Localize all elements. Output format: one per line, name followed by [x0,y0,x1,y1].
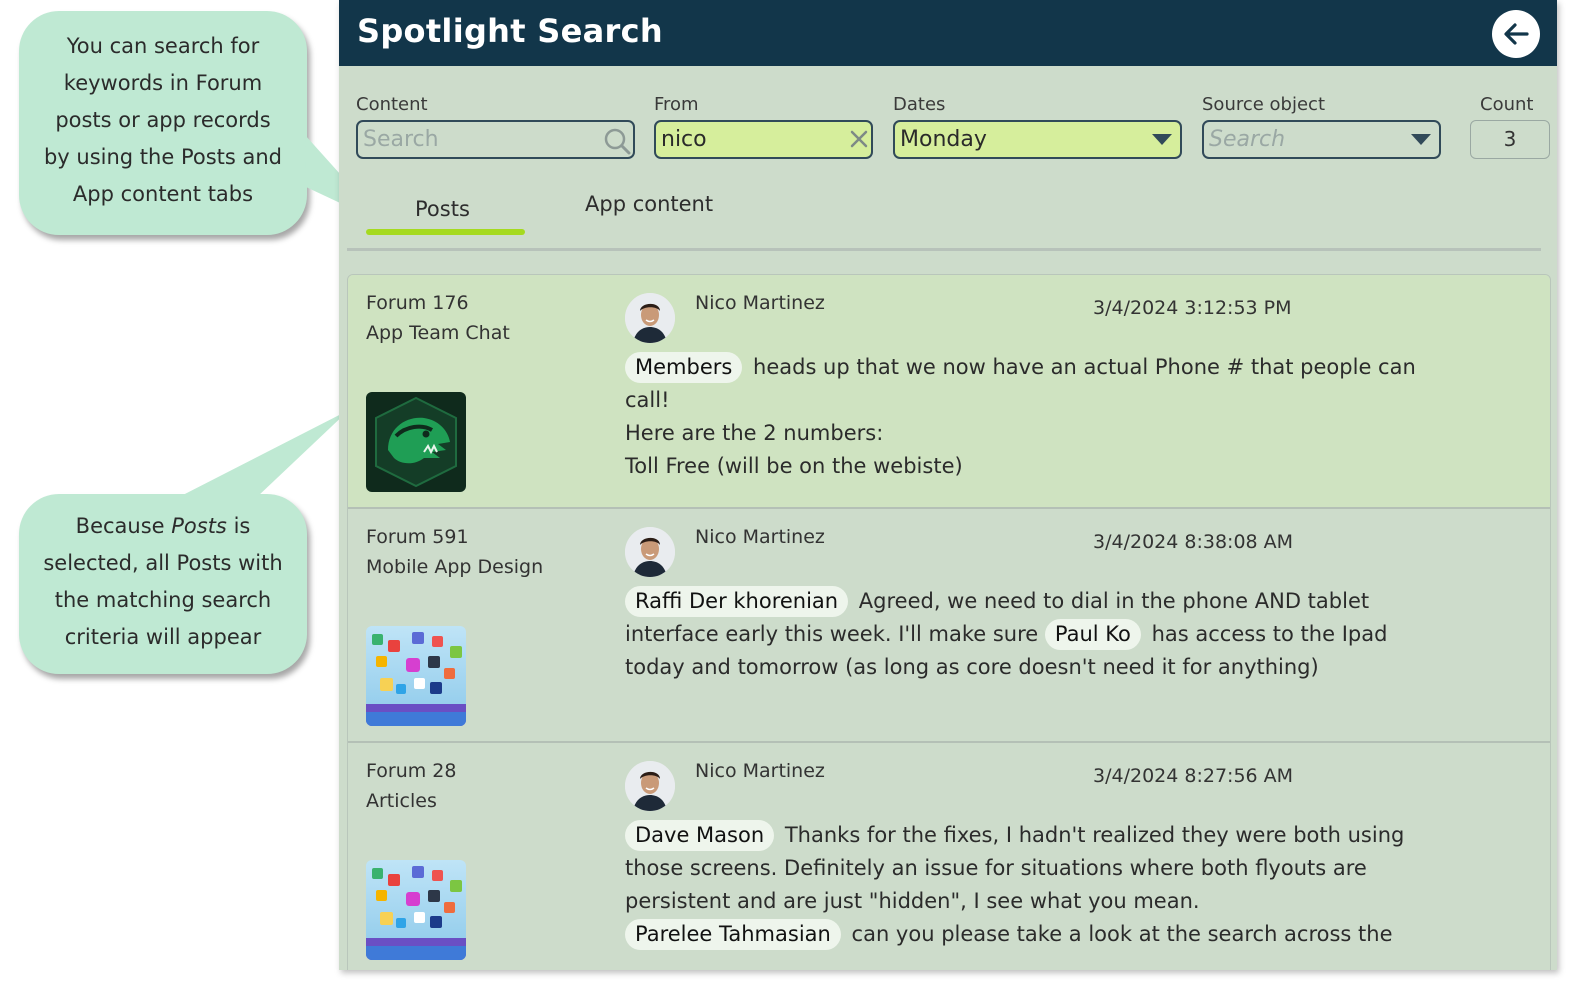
app-icons-image [366,626,466,726]
message-line: Parelee Tahmasian can you please take a … [625,918,1495,951]
author-name: Nico Martinez [695,760,825,782]
callout-line: the matching search [54,588,272,612]
content-search-placeholder: Search [363,127,439,152]
message-line: Dave Mason Thanks for the fixes, I hadn'… [625,819,1495,852]
callout-line: criteria will appear [64,625,262,649]
forum-name: Forum 28 [366,760,457,782]
source-object-placeholder: Search [1209,127,1286,152]
search-icon [604,128,631,155]
callout-text: Because [75,514,172,538]
content-search-input[interactable]: Search [356,120,635,159]
post-timestamp: 3/4/2024 8:38:08 AM [1093,531,1294,553]
message-line: call! [625,388,670,412]
mention-chip[interactable]: Paul Ko [1044,619,1141,650]
message-line: Raffi Der khorenian Agreed, we need to d… [625,585,1495,618]
callout-pointer [179,410,349,497]
content-label: Content [356,94,428,115]
forum-name: Forum 176 [366,292,469,314]
clear-icon[interactable] [849,129,869,149]
message-line: interface early this week. I'll make sur… [625,618,1495,651]
message-line: those screens. Definitely an issue for s… [625,856,1367,880]
from-value: nico [661,127,707,152]
callout-tabs-tip: You can search for keywords in Forum pos… [19,11,385,235]
message-line: Here are the 2 numbers: [625,421,884,445]
count-label: Count [1480,94,1534,115]
callout-posts-tip: Because Posts is selected, all Posts wit… [19,410,349,674]
post-message: Dave Mason Thanks for the fixes, I hadn'… [625,819,1495,951]
page-title: Spotlight Search [357,12,663,50]
post-message: Raffi Der khorenian Agreed, we need to d… [625,585,1495,684]
author-name: Nico Martinez [695,526,825,548]
post-row[interactable]: Forum 176 App Team Chat Nico Martinez 3/… [348,275,1550,509]
mention-chip[interactable]: Parelee Tahmasian [625,919,841,950]
dates-value: Monday [900,127,987,152]
header-bar: Spotlight Search [339,0,1557,66]
post-timestamp: 3/4/2024 3:12:53 PM [1093,297,1292,319]
dates-select[interactable]: Monday [893,120,1182,159]
message-line: Toll Free (will be on the webiste) [625,454,963,478]
message-line: persistent and are just "hidden", I see … [625,889,1200,913]
from-label: From [654,94,699,115]
message-text: heads up that we now have an actual Phon… [753,355,1416,379]
tabs-divider [347,248,1541,251]
arrow-left-icon [1504,23,1529,45]
mention-chip[interactable]: Dave Mason [625,820,775,851]
mention-chip[interactable]: Raffi Der khorenian [625,586,849,617]
results-list: Forum 176 App Team Chat Nico Martinez 3/… [347,274,1551,970]
post-row[interactable]: Forum 28 Articles Nico Martinez 3/4/2024… [348,743,1550,970]
message-text: Thanks for the fixes, I hadn't realized … [784,823,1405,847]
tab-selected-indicator [366,229,525,235]
forum-name: Forum 591 [366,526,469,548]
forum-title: Articles [366,790,437,812]
callout-text: is [226,514,251,538]
callout-line: by using the Posts and [43,145,283,169]
callout-line: posts or app records [55,108,271,132]
callout-line: You can search for [66,34,260,58]
from-input[interactable]: nico [654,120,873,159]
message-line: today and tomorrow (as long as core does… [625,655,1319,679]
count-display: 3 [1470,120,1550,159]
message-text: can you please take a look at the search… [851,922,1393,946]
mention-chip[interactable]: Members [625,352,743,383]
spotlight-search-window: Spotlight Search Content From Dates Sour… [339,0,1557,970]
callout-pointer [305,135,385,224]
message-text: Agreed, we need to dial in the phone AND… [858,589,1370,613]
forum-title: Mobile App Design [366,556,544,578]
post-message: Members heads up that we now have an act… [625,351,1495,483]
author-name: Nico Martinez [695,292,825,314]
tab-app-content[interactable]: App content [585,192,713,216]
post-row[interactable]: Forum 591 Mobile App Design Nico Martine… [348,509,1550,743]
message-text: interface early this week. I'll make sur… [625,622,1039,646]
tab-posts[interactable]: Posts [415,197,470,221]
forum-title: App Team Chat [366,322,510,344]
dinosaur-logo-image [366,392,466,492]
chevron-down-icon [1152,134,1172,145]
avatar [625,527,675,577]
source-object-label: Source object [1202,94,1326,115]
avatar [625,761,675,811]
message-text: has access to the Ipad [1151,622,1388,646]
callout-line: selected, all Posts with [43,551,283,575]
chevron-down-icon [1411,134,1431,145]
back-button[interactable] [1492,10,1540,58]
callout-line: Because Posts is [19,508,307,545]
callout-emphasis: Posts [171,514,227,538]
message-line: Members heads up that we now have an act… [625,351,1495,384]
post-timestamp: 3/4/2024 8:27:56 AM [1093,765,1294,787]
avatar [625,293,675,343]
callout-line: App content tabs [72,182,254,206]
callout-line: keywords in Forum [63,71,263,95]
app-icons-image [366,860,466,960]
source-object-select[interactable]: Search [1202,120,1441,159]
dates-label: Dates [893,94,946,115]
